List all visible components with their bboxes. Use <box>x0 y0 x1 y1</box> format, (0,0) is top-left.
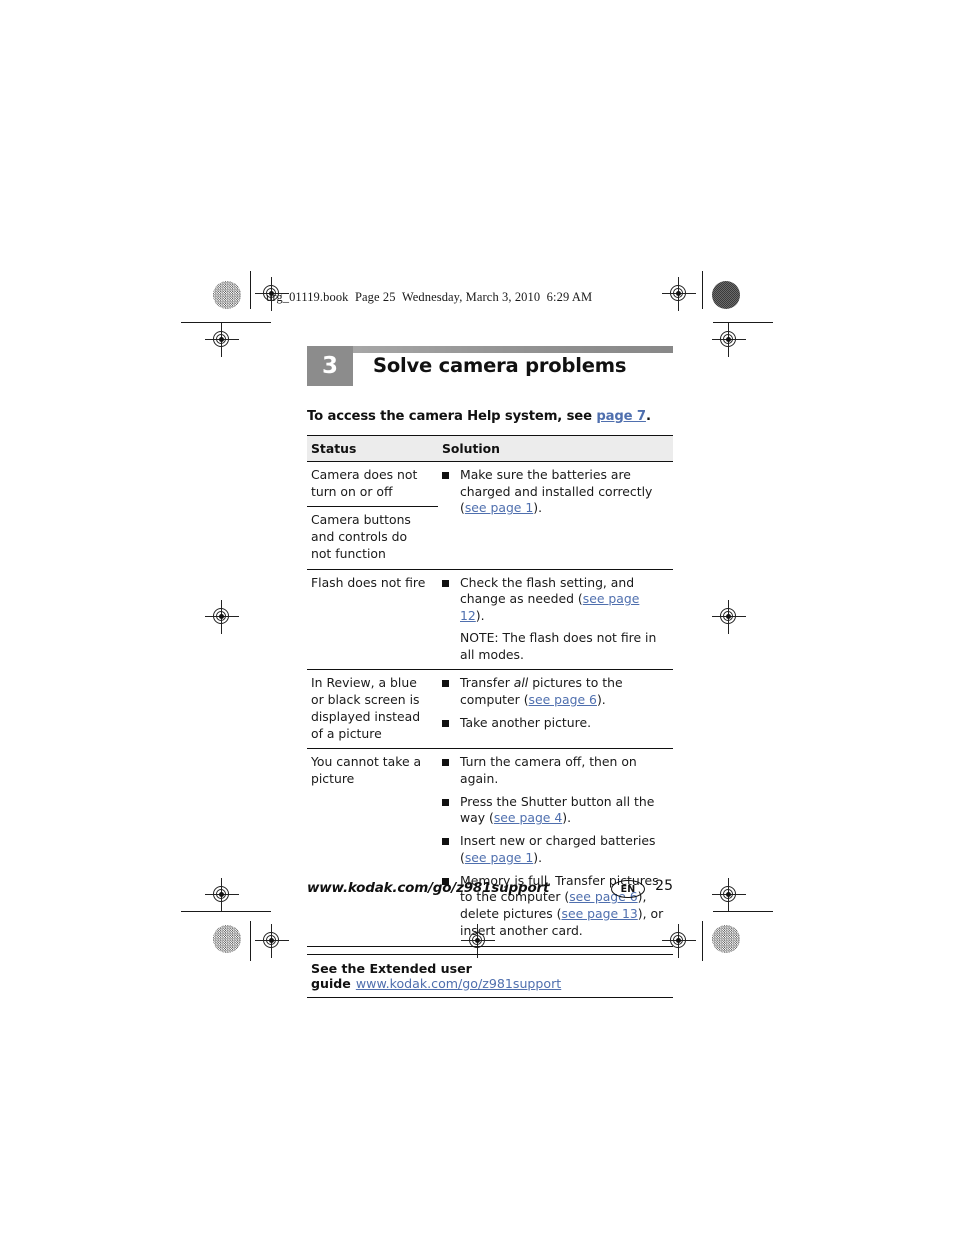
registration-mark-lower-left <box>205 878 239 912</box>
list-item: Insert new or charged batteries (see pag… <box>442 833 666 866</box>
trim-line-upper-right-horizontal <box>713 322 773 324</box>
inline-text: ). <box>475 608 485 624</box>
bullet-text: Make sure the batteries are charged and … <box>460 467 652 515</box>
column-header-solution: Solution <box>438 435 673 462</box>
table-row: In Review, a blue or black screen is dis… <box>307 669 673 749</box>
solution-bullet-list: Transfer all pictures to the computer (s… <box>442 675 666 731</box>
registration-mark-lower-right <box>712 878 746 912</box>
table-row: Camera does not turn on or off Make sure… <box>307 460 673 570</box>
bullet-text: Check the flash setting, and change as n… <box>460 575 639 623</box>
registration-mark-middle-right <box>712 600 746 634</box>
solution-note: NOTE: The flash does not fire in all mod… <box>460 629 657 662</box>
halftone-dot-top-right <box>712 281 740 309</box>
solution-bullet-list: Turn the camera off, then on again. Pres… <box>442 754 666 939</box>
intro-text-before: To access the camera Help system, see <box>307 409 597 424</box>
halftone-dot-bottom-left <box>213 925 241 953</box>
trim-line-top-left-vertical <box>250 271 252 309</box>
registration-mark-upper-right <box>712 323 746 357</box>
bullet-square-icon <box>442 798 449 806</box>
intro-text-after: . <box>645 409 651 424</box>
inline-text: ). <box>533 500 543 516</box>
inline-page-link[interactable]: see page 13 <box>561 906 637 921</box>
trim-line-top-right-vertical <box>702 271 704 309</box>
row-status-cell: Camera buttons and controls do not funct… <box>307 506 438 570</box>
page-number: 25 <box>655 878 673 894</box>
table-header-row: Status Solution <box>307 435 673 462</box>
list-item: Press the Shutter button all the way (se… <box>442 794 666 827</box>
list-item: Turn the camera off, then on again. <box>442 754 666 787</box>
inline-text: ). <box>596 692 606 708</box>
row-status-cell: In Review, a blue or black screen is dis… <box>307 669 438 749</box>
list-item: Take another picture. <box>442 715 666 732</box>
solution-bullet-list: Make sure the batteries are charged and … <box>442 467 666 517</box>
extended-user-guide-row: See the Extended user guide www.kodak.com… <box>307 953 673 998</box>
intro-line: To access the camera Help system, see pa… <box>307 409 673 424</box>
bullet-text: Transfer all pictures to the computer (s… <box>460 675 623 707</box>
row-solution-cell: Transfer all pictures to the computer (s… <box>438 669 673 749</box>
list-item: Make sure the batteries are charged and … <box>442 467 666 517</box>
row-status-cell: Camera does not turn on or off <box>307 460 438 507</box>
page-slug-line: urg_01119.book Page 25 Wednesday, March … <box>266 290 593 304</box>
table-body: Camera does not turn on or off Make sure… <box>307 460 673 947</box>
bullet-square-icon <box>442 579 449 587</box>
inline-page-link[interactable]: see page 4 <box>494 810 562 825</box>
trim-line-lower-left-horizontal <box>181 911 271 913</box>
bullet-square-icon <box>442 759 449 767</box>
row-status-cell: You cannot take a picture <box>307 748 438 947</box>
page-title: Solve camera problems <box>373 354 627 377</box>
inline-text: ). <box>562 810 572 826</box>
table-row: You cannot take a picture Turn the camer… <box>307 748 673 947</box>
page-footer: www.kodak.com/go/z981support EN 25 <box>307 878 673 902</box>
bullet-text: Turn the camera off, then on again. <box>460 754 637 786</box>
inline-text: Transfer <box>460 675 514 691</box>
inline-text: ). <box>533 849 543 865</box>
halftone-dot-bottom-right <box>712 925 740 953</box>
emphasis-text: all <box>513 675 529 691</box>
row-solution-cell: Check the flash setting, and change as n… <box>438 568 673 670</box>
trim-line-bottom-right-vertical <box>702 921 704 961</box>
registration-mark-top-right-inner <box>662 277 696 311</box>
bullet-text: Press the Shutter button all the way (se… <box>460 794 654 826</box>
trim-line-bottom-left-vertical <box>250 921 252 961</box>
troubleshooting-table: Status Solution Camera does not turn on … <box>307 435 673 947</box>
registration-mark-upper-left <box>205 323 239 357</box>
registration-mark-middle-left <box>205 600 239 634</box>
row-solution-cell: Turn the camera off, then on again. Pres… <box>438 748 673 947</box>
chapter-gradient-bar <box>338 346 673 353</box>
bullet-square-icon <box>442 719 449 727</box>
footer-url: www.kodak.com/go/z981support <box>307 880 550 896</box>
table-row: Flash does not fire Check the flash sett… <box>307 568 673 670</box>
row-solution-cell: Make sure the batteries are charged and … <box>438 461 673 570</box>
trim-line-lower-right-horizontal <box>713 911 773 913</box>
inline-page-link[interactable]: see page 1 <box>465 500 533 515</box>
inline-page-link[interactable]: see page 1 <box>465 850 533 865</box>
extended-user-guide-link[interactable]: www.kodak.com/go/z981support <box>356 976 561 991</box>
language-badge: EN <box>611 880 645 898</box>
inline-text: Take another picture. <box>460 714 592 730</box>
bullet-square-icon <box>442 472 449 479</box>
list-item: Transfer all pictures to the computer (s… <box>442 675 666 708</box>
halftone-dot-top-left <box>213 281 241 309</box>
bullet-text: Take another picture. <box>460 715 591 730</box>
inline-text: Turn the camera off, then on again. <box>460 754 637 787</box>
bullet-text: Insert new or charged batteries (see pag… <box>460 833 655 865</box>
chapter-number-box: 3 <box>307 346 353 386</box>
row-status-cell: Flash does not fire <box>307 568 438 670</box>
chapter-number: 3 <box>321 352 338 379</box>
intro-page-link[interactable]: page 7 <box>596 409 646 424</box>
solution-bullet-list: Check the flash setting, and change as n… <box>442 575 666 625</box>
bullet-square-icon <box>442 680 449 688</box>
column-header-status: Status <box>307 435 438 462</box>
chapter-banner: 3 Solve camera problems <box>307 345 673 392</box>
trim-line-upper-left-horizontal <box>181 322 271 324</box>
bullet-square-icon <box>442 838 449 846</box>
list-item: Check the flash setting, and change as n… <box>442 575 666 625</box>
registration-mark-bottom-left-inner <box>255 924 289 958</box>
inline-page-link[interactable]: see page 6 <box>529 692 597 707</box>
